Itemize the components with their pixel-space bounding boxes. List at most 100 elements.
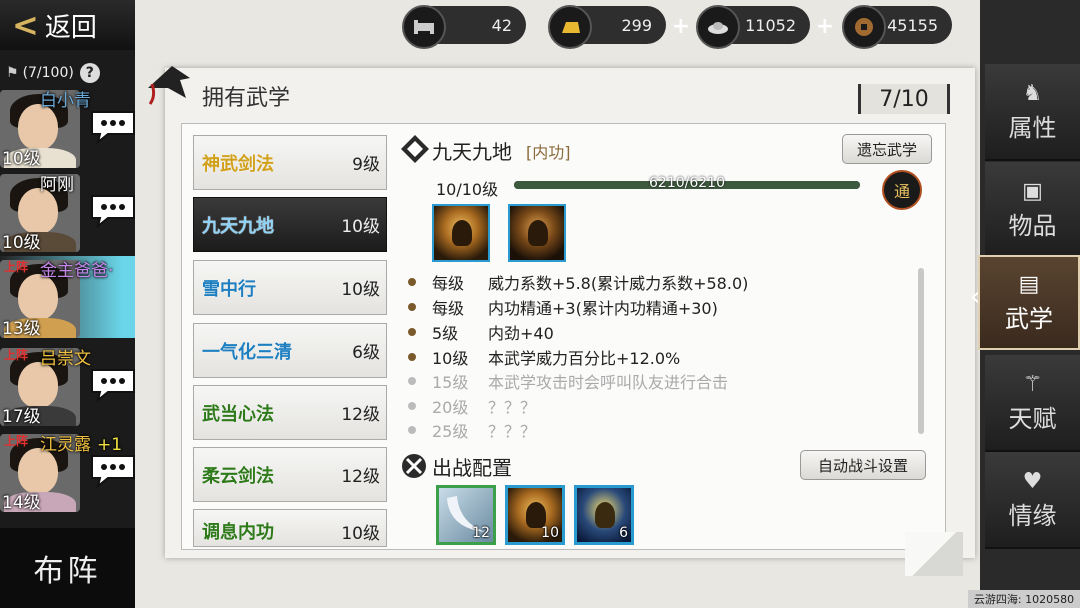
skill-level: 12级 [341, 467, 380, 487]
back-label: 返回 [44, 12, 97, 43]
chat-bubble-icon[interactable] [88, 108, 138, 144]
add-silver-button[interactable]: + [816, 14, 834, 39]
skill-exp-text: 6210/6210 [649, 175, 725, 191]
chat-bubble-icon[interactable] [88, 192, 138, 228]
brush-stroke-icon [142, 58, 196, 112]
battle-slot-2[interactable]: 10 [505, 485, 565, 545]
character-card[interactable]: 上阵 吕崇文 17级 [0, 344, 138, 427]
skill-detail-name: 九天九地 [432, 140, 512, 164]
battle-slot-1[interactable]: 12 [436, 485, 496, 545]
bullet-icon [408, 377, 416, 385]
tab-label: 属性 [1008, 113, 1057, 142]
character-card[interactable]: 上阵 江灵露 +1 14级 [0, 430, 138, 513]
skill-list-item[interactable]: 武当心法 12级 [193, 385, 387, 440]
skill-move-icon-2[interactable] [508, 204, 566, 262]
skill-list-item[interactable]: 雪中行 10级 [193, 260, 387, 315]
silver-ingot-icon [696, 5, 740, 49]
tab-label: 武学 [1005, 304, 1053, 333]
help-icon[interactable]: ? [79, 63, 100, 83]
skill-effect-row: 每级 威力系数+5.8(累计威力系数+58.0) [408, 270, 748, 294]
skill-level: 10级 [341, 217, 380, 237]
character-card[interactable]: 阿刚 10级 [0, 170, 138, 253]
resource-stamina: 42 [402, 5, 526, 49]
back-button[interactable]: < 返回 [0, 0, 135, 50]
bullet-icon [408, 328, 416, 336]
tab-3[interactable]: ▤ 武学 [978, 255, 1080, 350]
tab-4[interactable]: ⚚ 天赋 [985, 355, 1080, 452]
forget-skill-button[interactable]: 遗忘武学 [842, 134, 932, 164]
crossed-swords-icon [400, 452, 428, 484]
skill-list-item[interactable]: 调息内功 10级 [193, 509, 387, 547]
character-card[interactable]: 白小青 10级 [0, 86, 138, 169]
disciple-count: ⚑ (7/100) ? [0, 60, 128, 86]
bullet-icon [408, 426, 416, 434]
mastery-badge[interactable]: 通 [882, 170, 922, 210]
auto-battle-settings-button[interactable]: 自动战斗设置 [800, 450, 926, 480]
skill-name: 一气化三清 [202, 341, 292, 363]
box-icon: ▣ [1022, 178, 1043, 204]
battle-config-title: 出战配置 [432, 456, 512, 480]
resource-silver: 11052 + [696, 5, 834, 49]
tab-2[interactable]: ▣ 物品 [985, 162, 1080, 259]
character-card[interactable]: 上阵 金主爸爸· 13级 [0, 256, 135, 339]
page-curl-decoration [905, 532, 963, 576]
skill-list-item[interactable]: 九天九地 10级 [193, 197, 387, 252]
character-name: 金主爸爸· [40, 261, 114, 281]
skill-list-item[interactable]: 柔云剑法 12级 [193, 447, 387, 502]
add-gold-button[interactable]: + [672, 14, 690, 39]
skill-move-icon-1[interactable] [432, 204, 490, 262]
skill-name: 武当心法 [202, 403, 274, 425]
on-duty-badge: 上阵 [4, 348, 29, 362]
skill-level: 9级 [352, 155, 380, 175]
skill-name: 神武剑法 [202, 153, 274, 175]
resource-value: 42 [491, 15, 512, 35]
warrior-icon [595, 502, 615, 528]
effect-text: 威力系数+5.8(累计威力系数+58.0) [488, 274, 749, 293]
battle-slot-3[interactable]: 6 [574, 485, 634, 545]
skill-level: 6级 [352, 343, 380, 363]
resource-value: 11052 [745, 15, 796, 35]
slot-count: 10 [541, 525, 559, 541]
character-level: 14级 [2, 493, 41, 513]
tab-label: 情缘 [1008, 501, 1057, 530]
skill-effect-row: 20级 ？？？ [408, 394, 536, 418]
skill-name: 柔云剑法 [202, 465, 274, 487]
horse-icon: ♞ [1022, 80, 1043, 106]
resource-gold: 299 + [548, 5, 690, 49]
skill-name: 调息内功 [202, 522, 274, 543]
panel-title: 拥有武学 [202, 86, 291, 111]
active-tab-arrow-icon: ‹ [970, 282, 981, 312]
slot-count: 6 [619, 525, 628, 541]
slot-count: 12 [472, 525, 490, 541]
effect-level: 20级 [432, 398, 469, 417]
bullet-icon [408, 278, 416, 286]
effect-level: 每级 [432, 274, 465, 293]
skill-detail-type: [内功] [526, 143, 571, 162]
skill-name: 雪中行 [202, 278, 256, 300]
skill-level: 10级 [341, 280, 380, 300]
skill-effect-row: 5级 内劲+40 [408, 320, 554, 344]
effect-level: 每级 [432, 299, 465, 318]
formation-button[interactable]: 布阵 [0, 528, 135, 608]
effects-scrollbar[interactable] [918, 268, 924, 434]
tab-5[interactable]: ♥ 情缘 [985, 452, 1080, 549]
effect-level: 15级 [432, 373, 469, 392]
character-level: 10级 [2, 233, 41, 253]
scrollbar-thumb[interactable] [918, 268, 924, 434]
skill-effect-row: 15级 本武学攻击时会呼叫队友进行合击 [408, 369, 728, 393]
on-duty-badge: 上阵 [4, 434, 29, 448]
resource-value: 45155 [887, 15, 938, 35]
chat-bubble-icon[interactable] [88, 366, 138, 402]
character-level: 10级 [2, 149, 41, 169]
on-duty-badge: 上阵 [4, 260, 29, 274]
skill-list-item[interactable]: 一气化三清 6级 [193, 323, 387, 378]
tab-1[interactable]: ♞ 属性 [985, 64, 1080, 161]
meditating-monk-icon [452, 220, 472, 246]
watermark: 云游四海: 1020580 [968, 590, 1080, 608]
chat-bubble-icon[interactable] [88, 452, 138, 488]
skill-name: 九天九地 [202, 215, 274, 237]
bullet-icon [408, 402, 416, 410]
skill-list-item[interactable]: 神武剑法 9级 [193, 135, 387, 190]
gold-bar-icon [548, 5, 592, 49]
resource-copper: 45155 [842, 5, 952, 49]
